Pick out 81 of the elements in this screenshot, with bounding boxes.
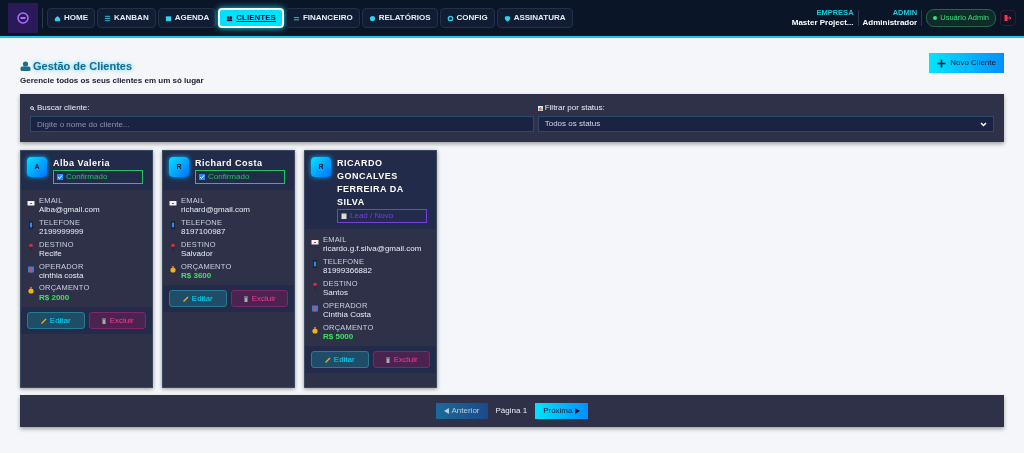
search-label: Buscar cliente:: [37, 102, 90, 114]
money-bag-icon: [311, 325, 319, 334]
page-indicator: Página 1: [495, 406, 528, 416]
building-icon: [27, 264, 35, 273]
phone-icon: [27, 220, 35, 229]
field-value: Santos: [323, 288, 349, 298]
phone-icon: [169, 220, 177, 229]
plus-icon: [937, 58, 947, 68]
search-field[interactable]: Digite o nome do cliente...: [30, 116, 534, 132]
field-value: Cinthia Costa: [323, 309, 372, 320]
client-name: Richard Costa: [195, 157, 264, 170]
users-icon: [20, 61, 31, 72]
field-value: richard@gmail.com: [181, 205, 251, 215]
field-value: Recife: [39, 249, 63, 259]
logout-button[interactable]: [1000, 10, 1016, 26]
nav-tab[interactable]: AGENDA: [157, 8, 217, 28]
field-value: 81999366882: [323, 266, 372, 276]
field-value: 2199999999: [39, 227, 84, 237]
edit-button[interactable]: Editar: [27, 312, 85, 330]
building-icon: [311, 303, 319, 312]
new-client-button[interactable]: Novo Cliente: [929, 53, 1004, 73]
phone-icon: [311, 260, 319, 269]
trash-icon: [100, 317, 107, 324]
nav-tab[interactable]: KANBAN: [97, 8, 156, 28]
envelope-icon: [169, 199, 177, 208]
logout-icon: [1004, 14, 1012, 22]
money-bag-icon: [169, 264, 177, 273]
status-filter-label: Filtrar por status:: [544, 102, 605, 114]
pencil-icon: [40, 317, 47, 324]
field-value: R$ 2000: [39, 292, 71, 303]
chevron-down-icon: [980, 121, 987, 127]
nav-tab[interactable]: ASSINATURA: [496, 8, 573, 28]
page-subtitle: Gerencie todos os seus clientes em um só lugar: [20, 74, 204, 87]
nav-tab[interactable]: FINANCEIRO: [285, 8, 360, 28]
trash-icon: [242, 295, 249, 302]
nav-tab[interactable]: HOME: [47, 8, 95, 28]
client-name: RICARDO GONCALVES FERREIRA DA SILVA: [337, 157, 405, 210]
home-icon: [54, 14, 61, 22]
shield-icon: [503, 14, 511, 22]
nav-tab[interactable]: CONFIG: [439, 8, 495, 28]
company-name: Master Project...: [791, 17, 854, 29]
check-icon: [57, 174, 63, 181]
status-select[interactable]: Todos os status: [537, 116, 994, 132]
envelope-icon: [27, 199, 35, 208]
nav-tab[interactable]: CLIENTES: [218, 8, 284, 28]
role-name: Administrador: [862, 17, 918, 29]
delete-button[interactable]: Excluir: [372, 351, 430, 369]
field-value: R$ 5000: [323, 331, 354, 342]
field-value: Salvador: [181, 249, 214, 259]
field-value: R$ 3600: [181, 270, 212, 281]
status-dot-icon: [933, 16, 938, 20]
delete-button[interactable]: Excluir: [88, 312, 146, 330]
envelope-icon: [311, 238, 319, 247]
status-tag: Confirmado: [53, 170, 143, 185]
check-icon: [199, 174, 205, 181]
pencil-icon: [324, 356, 331, 363]
page-title: Gestão de Clientes: [33, 59, 133, 74]
previous-button[interactable]: Anterior: [435, 403, 488, 419]
next-button[interactable]: Próxima: [535, 403, 589, 419]
pencil-icon: [182, 295, 189, 302]
delete-button[interactable]: Excluir: [230, 290, 288, 308]
edit-button[interactable]: Editar: [311, 351, 369, 369]
search-icon: [30, 105, 35, 111]
edit-button[interactable]: Editar: [169, 290, 227, 308]
money-bag-icon: [27, 286, 35, 295]
left-arrow-icon: [443, 408, 449, 414]
logo-icon: [8, 3, 38, 33]
right-arrow-icon: [575, 408, 581, 414]
status-tag: Lead / Novo: [337, 209, 427, 224]
chart-icon: [537, 105, 543, 111]
nav-tab[interactable]: RELATÓRIOS: [361, 8, 438, 28]
list-icon: [104, 14, 111, 22]
field-value: cinthia costa: [39, 270, 84, 281]
status-tag: Confirmado: [195, 170, 285, 185]
field-value: 8197100987: [181, 227, 226, 237]
users-icon: [226, 14, 234, 22]
trash-icon: [384, 356, 391, 363]
field-value: ricardo.g.f.silva@gmail.com: [323, 244, 422, 255]
client-name: Alba Valeria: [53, 157, 112, 170]
calendar-icon: [164, 14, 172, 22]
field-value: Alba@gmail.com: [39, 205, 100, 215]
